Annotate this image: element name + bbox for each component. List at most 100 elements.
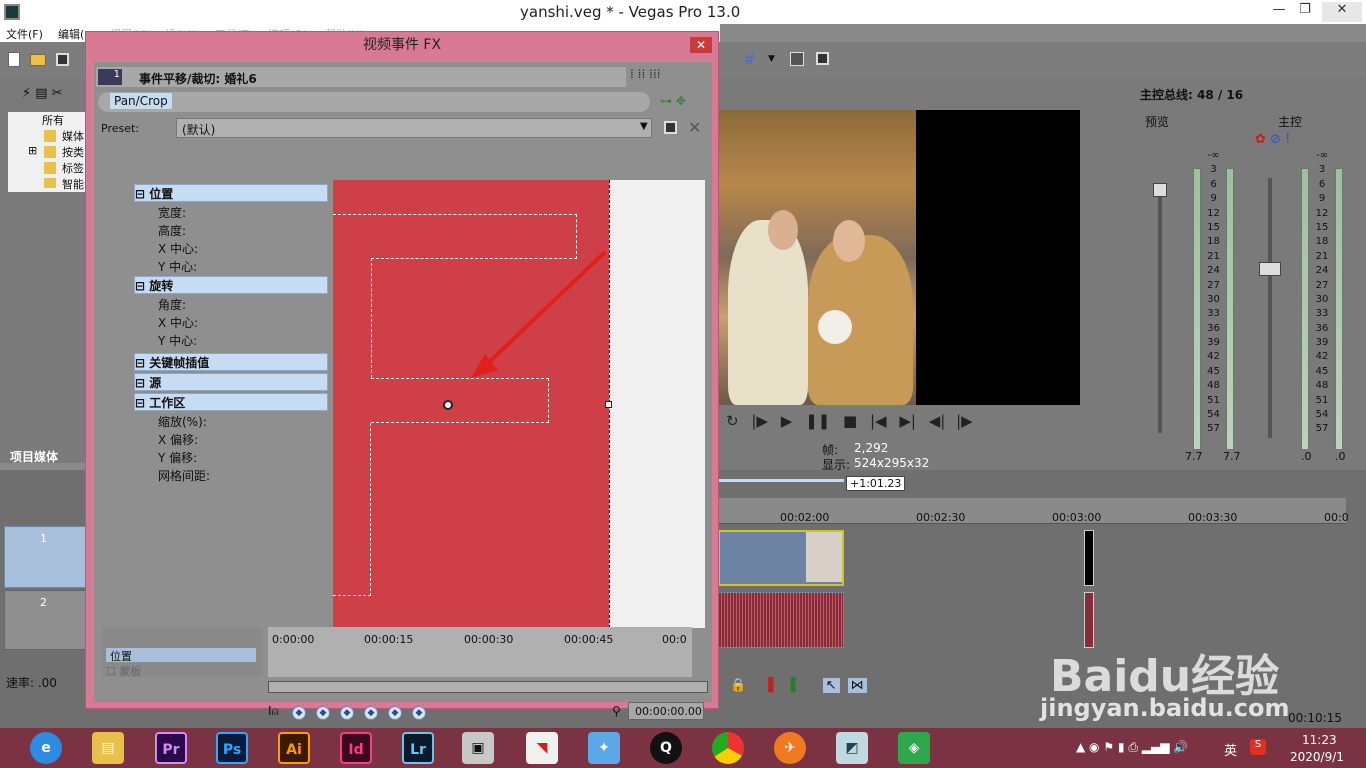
grid-icon[interactable]: # xyxy=(744,52,756,68)
minimize-button[interactable]: — xyxy=(1266,2,1292,22)
open-folder-icon[interactable] xyxy=(30,54,46,66)
preview-fader-handle[interactable] xyxy=(1153,183,1167,197)
chain-plugin-icons[interactable]: ⊶ ✥ xyxy=(660,94,686,108)
menu-file[interactable]: 文件(F) xyxy=(6,26,43,42)
menu-edit[interactable]: 编辑( xyxy=(58,26,84,42)
ime-indicator[interactable]: 英 xyxy=(1224,740,1237,759)
app-icon-glass[interactable]: ◩ xyxy=(836,732,868,764)
go-end-icon[interactable]: ▶| xyxy=(899,412,916,430)
play-icon[interactable]: ▶ xyxy=(781,412,793,430)
lock-keyframe-icon[interactable]: ⚲ xyxy=(612,704,621,718)
photoshop-icon[interactable]: Ps xyxy=(216,732,248,764)
fx-icons[interactable]: ✿ ⊘ ! xyxy=(1255,132,1290,147)
tree-item[interactable]: 智能 xyxy=(62,176,84,192)
last-keyframe-button[interactable]: ◆ xyxy=(388,706,402,720)
property-row[interactable]: X 中心: xyxy=(134,314,328,332)
preview-meter-left xyxy=(1193,168,1201,450)
first-keyframe-button[interactable]: ◆ xyxy=(292,706,306,720)
keyframe-scrollbar[interactable] xyxy=(268,681,708,693)
premiere-icon[interactable]: Pr xyxy=(155,732,187,764)
normal-edit-icon[interactable]: ↖ xyxy=(822,678,840,693)
prev-frame-icon[interactable]: ◀| xyxy=(929,412,946,430)
property-row[interactable]: X 偏移: xyxy=(134,431,328,449)
maximize-button[interactable]: ❐ xyxy=(1292,2,1318,22)
add-keyframe-button[interactable]: ◆ xyxy=(340,706,354,720)
go-start-icon[interactable]: |◀ xyxy=(870,412,887,430)
timeline-scroll[interactable] xyxy=(718,479,844,482)
stop-icon[interactable]: ■ xyxy=(843,412,857,430)
region-icon[interactable]: ▌ xyxy=(790,678,800,693)
save-preset-icon[interactable] xyxy=(664,121,677,134)
close-button[interactable]: ✕ xyxy=(1322,2,1362,22)
illustrator-icon[interactable]: Ai xyxy=(278,732,310,764)
sync-cursor-icon[interactable]: Ⅰ⍝ xyxy=(268,704,279,719)
app-icon-green[interactable]: ◈ xyxy=(898,732,930,764)
fx-close-button[interactable]: ✕ xyxy=(690,37,712,53)
tray-icons[interactable]: ▲ ◉ ⚑ ▮ ⎙ ▂▄▆ 🔊 xyxy=(1076,740,1188,755)
keyframe-time-display[interactable]: 00:00:00.00 xyxy=(628,702,704,720)
keyframe-ruler-label: 0:00:00 xyxy=(272,633,315,646)
property-row[interactable]: Y 中心: xyxy=(134,332,328,350)
tree-item[interactable]: 按类 xyxy=(62,144,84,160)
layout-icons[interactable]: ⁞ ⁞⁞ ⁞⁞⁞ xyxy=(630,67,710,87)
property-row[interactable]: 角度: xyxy=(134,296,328,314)
app-icon-blue[interactable]: ✦ xyxy=(588,732,620,764)
master-fader-handle[interactable] xyxy=(1259,262,1281,276)
property-row[interactable]: Y 中心: xyxy=(134,258,328,276)
chrome-icon[interactable] xyxy=(712,732,744,764)
pause-icon[interactable]: ❚❚ xyxy=(805,412,830,430)
lightroom-icon[interactable]: Lr xyxy=(402,732,434,764)
property-row[interactable]: 缩放(%): xyxy=(134,413,328,431)
file-explorer-icon[interactable]: ▤ xyxy=(92,732,124,764)
clock-date[interactable]: 2020/9/1 xyxy=(1290,750,1344,764)
lock-icon[interactable]: 🔒 xyxy=(730,678,746,693)
video-clip-small[interactable] xyxy=(1084,530,1094,586)
property-category[interactable]: ⊟ 位置 xyxy=(134,184,328,202)
property-row[interactable]: Y 偏移: xyxy=(134,449,328,467)
keyframe-track-mask[interactable]: ☐ 蒙板 xyxy=(106,663,141,679)
marker-icon[interactable]: ▌ xyxy=(768,678,778,693)
tree-item[interactable]: 所有 xyxy=(42,112,64,128)
expand-icon[interactable]: ⊞ xyxy=(28,144,37,157)
plugin-tab-pan-crop[interactable]: Pan/Crop xyxy=(110,93,172,109)
vegas-taskbar-icon[interactable]: ▣ xyxy=(462,732,494,764)
qq-icon[interactable]: Q xyxy=(650,732,682,764)
save-icon[interactable] xyxy=(56,53,69,66)
property-row[interactable]: 网格间距: xyxy=(134,467,328,485)
snapshot-icon[interactable] xyxy=(790,52,804,66)
sogou-icon[interactable]: S xyxy=(1250,739,1266,755)
tree-item[interactable]: 媒体 xyxy=(62,128,84,144)
dropdown-arrow-icon[interactable]: ▼ xyxy=(768,54,775,64)
next-keyframe-button[interactable]: ◆ xyxy=(364,706,378,720)
delete-keyframe-button[interactable]: ◆ xyxy=(412,706,426,720)
envelope-edit-icon[interactable]: ⋈ xyxy=(847,678,867,693)
property-category[interactable]: ⊟ 旋转 xyxy=(134,276,328,294)
tree-item[interactable]: 标签 xyxy=(62,160,84,176)
pan-crop-canvas[interactable] xyxy=(333,180,705,628)
indesign-icon[interactable]: Id xyxy=(340,732,372,764)
save-snapshot-icon[interactable] xyxy=(816,52,829,65)
property-category[interactable]: ⊟ 关键帧插值 xyxy=(134,353,328,371)
prev-keyframe-button[interactable]: ◆ xyxy=(316,706,330,720)
app-icon-orange[interactable]: ✈ xyxy=(774,732,806,764)
next-frame-icon[interactable]: |▶ xyxy=(956,412,973,430)
preview-fader[interactable] xyxy=(1158,183,1162,433)
loop-icon[interactable]: ↻ xyxy=(726,412,739,430)
app-icon-red-green[interactable]: ◥ xyxy=(526,732,558,764)
master-fader[interactable] xyxy=(1268,178,1272,438)
property-category[interactable]: ⊟ 源 xyxy=(134,373,328,391)
clock-time[interactable]: 11:23 xyxy=(1302,733,1337,747)
play-from-start-icon[interactable]: |▶ xyxy=(751,412,768,430)
property-row[interactable]: 宽度: xyxy=(134,204,328,222)
browser-360-icon[interactable]: e xyxy=(30,732,62,764)
property-row[interactable]: 高度: xyxy=(134,222,328,240)
chain-icon[interactable]: 1 xyxy=(98,69,122,85)
tab-project-media[interactable]: 项目媒体 xyxy=(10,448,58,465)
property-row[interactable]: X 中心: xyxy=(134,240,328,258)
delete-preset-icon[interactable]: ✕ xyxy=(688,118,701,137)
audio-clip[interactable] xyxy=(718,592,844,648)
keyframe-track-position[interactable]: 位置 xyxy=(106,648,256,663)
property-category[interactable]: ⊟ 工作区 xyxy=(134,393,328,411)
preset-dropdown[interactable] xyxy=(176,118,652,138)
new-file-icon[interactable] xyxy=(8,52,20,67)
